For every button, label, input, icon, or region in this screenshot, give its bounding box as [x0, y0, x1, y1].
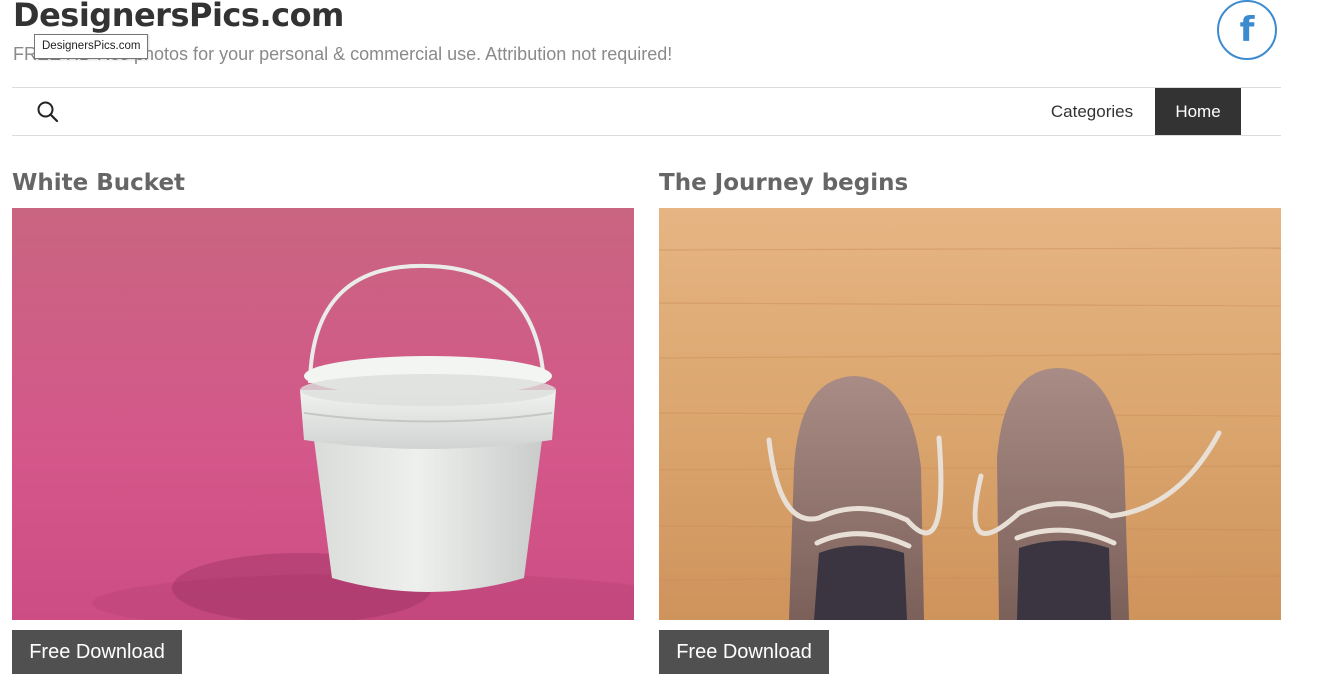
main-navbar: Categories Home [12, 87, 1281, 136]
search-icon[interactable] [36, 100, 60, 124]
free-download-button-2[interactable]: Free Download [659, 630, 829, 674]
post-image-journey-begins[interactable] [659, 208, 1281, 620]
site-title[interactable]: DesignersPics.com [13, 0, 344, 36]
nav-item-home[interactable]: Home [1155, 88, 1241, 135]
free-download-button-1[interactable]: Free Download [12, 630, 182, 674]
post-image-white-bucket[interactable] [12, 208, 634, 620]
post-title-white-bucket[interactable]: White Bucket [12, 166, 185, 200]
facebook-icon[interactable]: f [1217, 0, 1277, 60]
page: DesignersPics.com FREE HD Res photos for… [0, 0, 1317, 695]
site-title-tooltip: DesignersPics.com [34, 34, 149, 59]
post-title-journey-begins[interactable]: The Journey begins [659, 166, 908, 200]
facebook-glyph: f [1239, 10, 1255, 50]
nav-item-categories[interactable]: Categories [1038, 88, 1146, 135]
